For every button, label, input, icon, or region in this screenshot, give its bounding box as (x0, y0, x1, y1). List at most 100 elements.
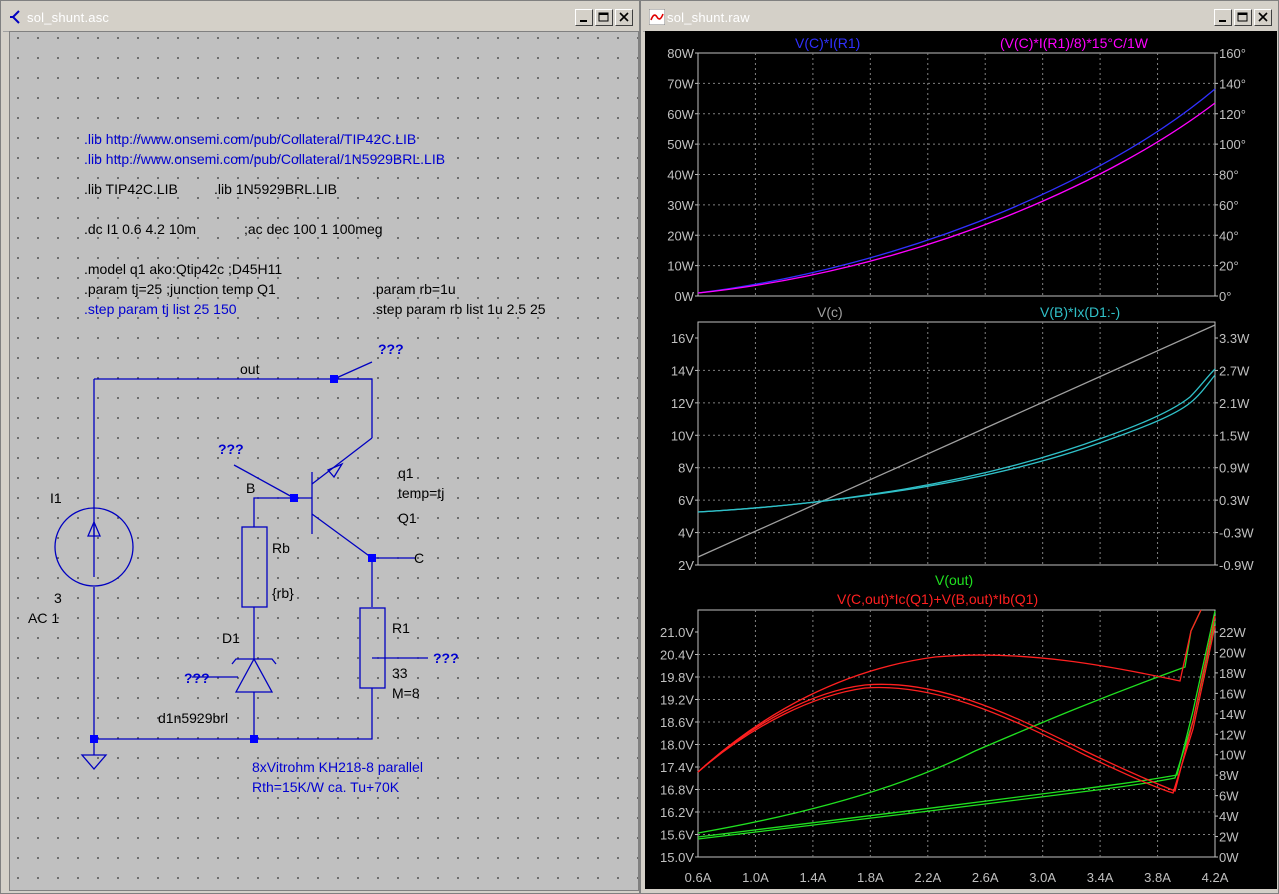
y-tick-right: 0.3W (1219, 493, 1250, 508)
comment-rth[interactable]: Rth=15K/W ca. Tu+70K (252, 779, 400, 795)
resistor-rb[interactable] (241, 526, 268, 608)
y-tick-right: 160° (1219, 46, 1246, 61)
minimize-button[interactable] (575, 9, 593, 26)
directive-step-rb[interactable]: .step param rb list 1u 2.5 25 (372, 301, 546, 317)
label-d1: D1 (222, 630, 240, 646)
schematic-icon (10, 10, 20, 24)
y-tick-right: 20W (1219, 645, 1246, 660)
directive-lib-url-2[interactable]: .lib http://www.onsemi.com/pub/Collatera… (84, 151, 445, 167)
minimize-button[interactable] (1214, 9, 1232, 26)
y-tick-right: 2.1W (1219, 396, 1250, 411)
label-rb: Rb (272, 540, 290, 556)
y-tick-right: 12W (1219, 727, 1246, 742)
y-tick-right: 140° (1219, 76, 1246, 91)
y-tick-left: 18.6V (660, 715, 694, 730)
trace-v-c[interactable] (697, 324, 1216, 558)
x-tick: 2.2A (914, 870, 941, 885)
trace-dissipation-3[interactable] (697, 625, 1216, 794)
legend-temp-r1[interactable]: (V(C)*I(R1)/8)*15°C/1W (1000, 35, 1149, 51)
y-tick-right: 14W (1219, 707, 1246, 722)
label-d1-model: d1n5929brl (158, 710, 228, 726)
y-tick-left: 8V (678, 461, 694, 476)
y-tick-left: 18.0V (660, 738, 694, 753)
y-tick-left: 2V (678, 558, 694, 573)
y-tick-right: 6W (1219, 789, 1239, 804)
comment-vitrohm[interactable]: 8xVitrohm KH218-8 parallel (252, 759, 423, 775)
label-rb-value: {rb} (272, 585, 294, 601)
plot-pane-3[interactable] (697, 609, 1216, 858)
directive-param-tj[interactable]: .param tj=25 ;junction temp Q1 (84, 281, 276, 297)
directive-lib-url-1[interactable]: .lib http://www.onsemi.com/pub/Collatera… (84, 131, 416, 147)
label-r1-value: 33 (392, 665, 408, 681)
label-q1-temp: temp=tj (398, 485, 444, 501)
trace-dissipation-1[interactable] (697, 609, 1202, 773)
y-tick-left: 14V (671, 363, 694, 378)
probe-label-out[interactable]: ??? (378, 341, 404, 357)
y-tick-left: 80W (667, 46, 694, 61)
plot-pane-1[interactable] (697, 52, 1216, 297)
resistor-r1[interactable] (359, 607, 386, 689)
directive-lib-1n5929[interactable]: .lib 1N5929BRL.LIB (214, 181, 337, 197)
maximize-button[interactable] (595, 9, 613, 26)
y-tick-left: 4V (678, 526, 694, 541)
legend-dissipation[interactable]: V(C,out)*Ic(Q1)+V(B,out)*Ib(Q1) (837, 591, 1038, 607)
y-tick-right: 16W (1219, 686, 1246, 701)
y-tick-right: 2.7W (1219, 363, 1250, 378)
close-button[interactable] (615, 9, 633, 26)
label-r1: R1 (392, 620, 410, 636)
x-tick: 3.0A (1029, 870, 1056, 885)
waveform-titlebar[interactable]: sol_shunt.raw (643, 3, 1276, 32)
plot-pane-2[interactable] (697, 321, 1216, 566)
schematic-canvas[interactable]: .lib http://www.onsemi.com/pub/Collatera… (9, 31, 639, 891)
y-tick-left: 16.2V (660, 805, 694, 820)
schematic-wires (93, 361, 428, 755)
net-label-out[interactable]: out (240, 361, 260, 377)
trace-dissipation-2[interactable] (697, 615, 1216, 792)
directive-param-rb[interactable]: .param rb=1u (372, 281, 456, 297)
schematic-titlebar[interactable]: sol_shunt.asc (3, 3, 637, 32)
y-tick-left: 20.4V (660, 648, 694, 663)
y-tick-left: 16.8V (660, 783, 694, 798)
legend-v-c[interactable]: V(c) (817, 304, 843, 320)
directive-step-tj[interactable]: .step param tj list 25 150 (84, 301, 237, 317)
x-tick: 1.8A (857, 870, 884, 885)
close-button[interactable] (1254, 9, 1272, 26)
probe-label-b[interactable]: ??? (218, 441, 244, 457)
y-tick-left: 17.4V (660, 760, 694, 775)
y-tick-right: 3.3W (1219, 331, 1250, 346)
plot-canvas[interactable]: 80W 70W 60W 50W 40W 30W 20W 10W 0W 160° 140° 120° 10… (645, 31, 1277, 889)
y-tick-right: 2W (1219, 830, 1239, 845)
y-tick-left: 12V (671, 396, 694, 411)
y-tick-right: 8W (1219, 768, 1239, 783)
directive-lib-tip42c[interactable]: .lib TIP42C.LIB (84, 181, 178, 197)
transistor-q1[interactable] (294, 437, 373, 559)
directive-dc[interactable]: .dc I1 0.6 4.2 10m (84, 221, 196, 237)
trace-v-out-3[interactable] (697, 620, 1216, 840)
y-tick-left: 19.8V (660, 670, 694, 685)
probe-label-d1[interactable]: ??? (184, 670, 210, 686)
directive-model[interactable]: .model q1 ako:Qtip42c ;D45H11 (84, 261, 282, 277)
x-tick: 3.4A (1087, 870, 1114, 885)
maximize-button[interactable] (1234, 9, 1252, 26)
trace-power-r1[interactable] (697, 88, 1216, 294)
y-tick-right: 22W (1219, 625, 1246, 640)
y-tick-left: 30W (667, 198, 694, 213)
y-tick-left: 15.0V (660, 850, 694, 865)
legend-power-r1[interactable]: V(C)*I(R1) (795, 35, 860, 51)
schematic-window[interactable]: sol_shunt.asc .lib http://www.onsemi.com… (0, 0, 640, 894)
directive-ac[interactable]: ;ac dec 100 1 100meg (244, 221, 383, 237)
legend-diode-power[interactable]: V(B)*Ix(D1:-) (1040, 304, 1120, 320)
trace-v-out-2[interactable] (697, 610, 1216, 838)
probe-label-r1[interactable]: ??? (433, 650, 459, 666)
legend-v-out[interactable]: V(out) (935, 572, 973, 588)
trace-diode-power-2[interactable] (697, 374, 1216, 513)
zener-diode-d1[interactable] (231, 657, 277, 693)
y-tick-right: 1.5W (1219, 428, 1250, 443)
waveform-window[interactable]: sol_shunt.raw 80W 70W 60W 50W 40W 30W 20W 10W 0W… (640, 0, 1279, 894)
x-tick: 2.6A (972, 870, 999, 885)
y-tick-left: 16V (671, 331, 694, 346)
waveform-icon (649, 9, 665, 25)
y-tick-left: 0W (675, 289, 695, 304)
x-tick: 1.4A (800, 870, 827, 885)
trace-temp-r1[interactable] (697, 102, 1216, 294)
